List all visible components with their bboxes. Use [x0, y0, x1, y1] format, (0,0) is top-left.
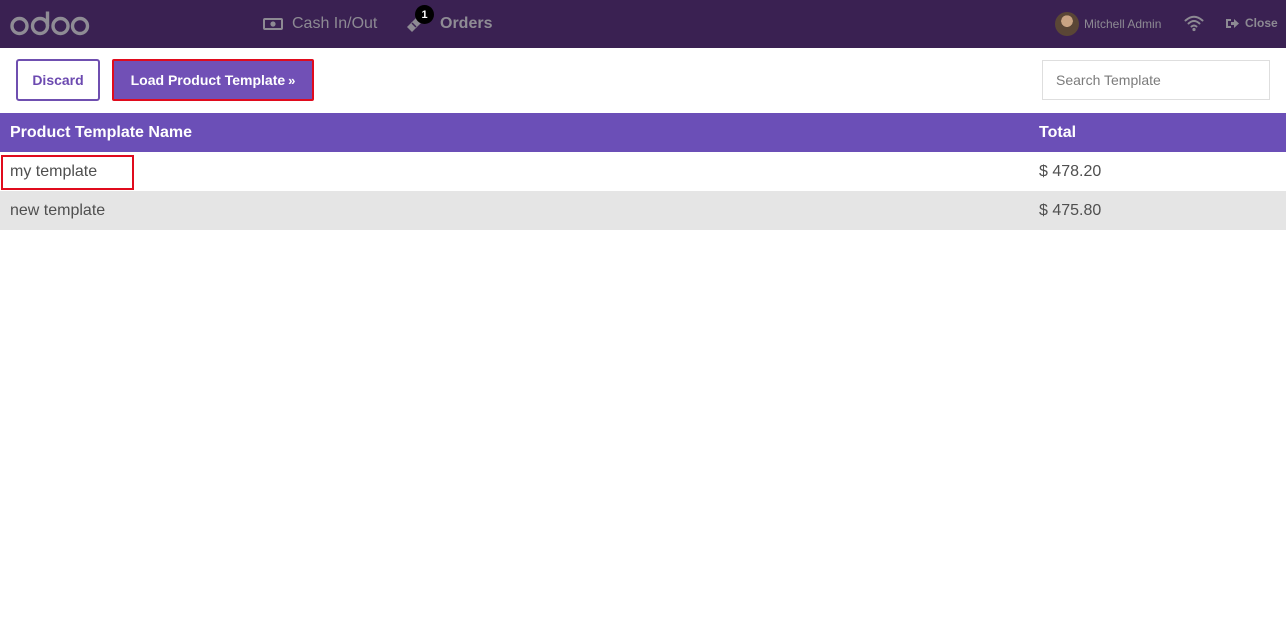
- close-button[interactable]: Close: [1225, 0, 1278, 46]
- orders-label: Orders: [440, 15, 493, 32]
- template-name-cell: new template: [10, 201, 106, 219]
- orders-count-badge: 1: [415, 5, 434, 24]
- cash-in-out-button[interactable]: Cash In/Out: [263, 0, 377, 48]
- orders-button[interactable]: 1 Orders: [404, 0, 492, 48]
- column-header-total: Total: [1039, 123, 1077, 141]
- wifi-icon: [1184, 15, 1204, 32]
- load-product-template-button[interactable]: Load Product Template »: [112, 59, 314, 101]
- odoo-logo: [10, 11, 90, 36]
- table-header: Product Template Name Total: [0, 113, 1286, 152]
- selection-highlight: [1, 155, 134, 190]
- template-total-cell: $ 475.80: [1039, 201, 1102, 219]
- table-row[interactable]: my template $ 478.20: [0, 152, 1286, 191]
- top-navbar: Cash In/Out 1 Orders Mitchell Admin Clos…: [0, 0, 1286, 48]
- close-label: Close: [1245, 16, 1278, 30]
- sign-out-icon: [1226, 18, 1239, 28]
- column-header-name: Product Template Name: [10, 123, 192, 141]
- search-template-input[interactable]: [1042, 60, 1270, 100]
- table-row[interactable]: new template $ 475.80: [0, 191, 1286, 230]
- avatar: [1055, 12, 1079, 36]
- cash-in-out-label: Cash In/Out: [292, 15, 378, 32]
- load-product-template-label: Load Product Template: [130, 72, 286, 88]
- double-chevron-right-icon: »: [288, 72, 296, 88]
- cash-icon: [263, 18, 283, 30]
- discard-button[interactable]: Discard: [16, 59, 100, 101]
- user-menu[interactable]: Mitchell Admin: [1055, 0, 1161, 48]
- template-total-cell: $ 478.20: [1039, 162, 1102, 180]
- user-name: Mitchell Admin: [1084, 17, 1162, 31]
